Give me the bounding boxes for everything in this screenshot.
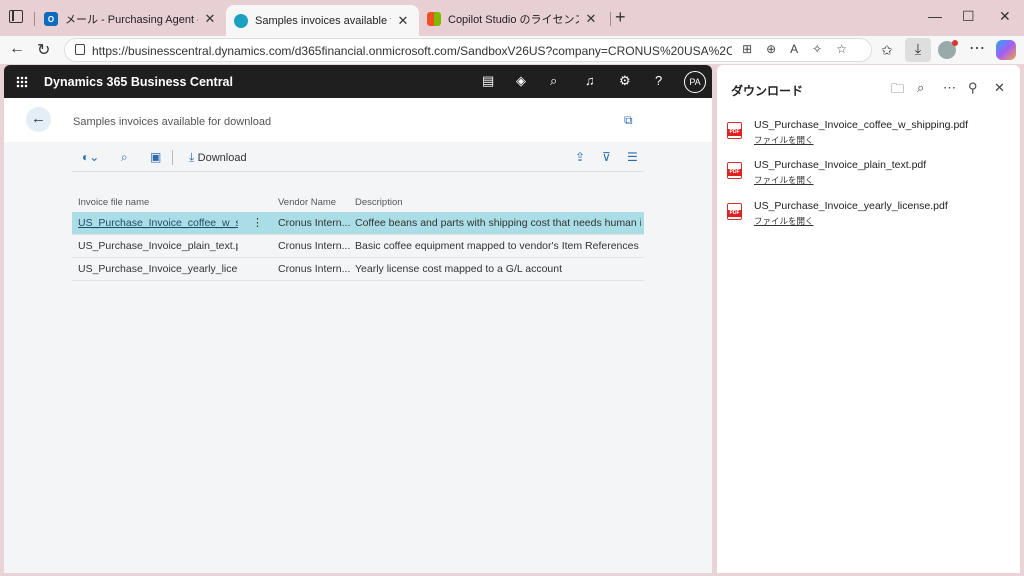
toolbar-divider [172,150,173,165]
copilot-icon[interactable] [996,40,1016,60]
download-file-name[interactable]: US_Purchase_Invoice_yearly_license.pdf [754,200,948,212]
action-bar: ◐⌄ ⌕ ▣ ⤓ Download ⇪ ⊽ ☰ [72,143,644,172]
open-file-link[interactable]: ファイルを開く [754,134,814,146]
outlook-icon: O [44,12,58,26]
invoice-file-link[interactable]: US_Purchase_Invoice_plain_text.pdf [78,240,238,252]
download-item[interactable]: PDF US_Purchase_Invoice_plain_text.pdf フ… [727,158,1017,194]
tab-title: Samples invoices available for download [255,14,391,27]
user-avatar[interactable]: PA [684,71,706,93]
download-item[interactable]: PDF US_Purchase_Invoice_coffee_w_shippin… [727,118,1017,154]
url-text[interactable]: https://businesscentral.dynamics.com/d36… [92,44,732,58]
tab-actions-icon[interactable] [9,10,23,23]
address-bar-icons[interactable]: ⊞⊕A✧☆ [742,42,861,56]
back-arrow-icon[interactable]: ← [9,40,25,58]
invoice-grid: Invoice file name Vendor Name Descriptio… [72,192,644,281]
document-icon[interactable]: ▤ [482,73,494,89]
list-view-icon[interactable]: ☰ [627,150,638,164]
maximize-button[interactable]: ☐ [962,8,975,25]
description: Basic coffee equipment mapped to vendor'… [355,240,639,252]
help-icon[interactable]: ? [655,73,662,88]
layout-icon[interactable]: ▣ [150,150,161,164]
search-icon[interactable]: ⌕ [550,73,557,89]
vendor-name: Cronus Intern... [278,263,350,275]
description: Coffee beans and parts with shipping cos… [355,217,641,229]
tab-outlook[interactable]: O メール - Purchasing Agent - Outlook ✕ [36,4,226,34]
row-menu-icon[interactable]: ⋮ [252,216,263,229]
download-file-name[interactable]: US_Purchase_Invoice_coffee_w_shipping.pd… [754,119,968,131]
download-item[interactable]: PDF US_Purchase_Invoice_yearly_license.p… [727,199,1017,235]
favorites-icon[interactable]: ✩ [881,42,893,59]
tab-strip: O メール - Purchasing Agent - Outlook ✕ Sam… [0,0,1024,36]
tab-divider [610,12,611,26]
folder-icon[interactable]: 🗀 [891,80,904,102]
gear-icon[interactable]: ⚙ [619,73,631,89]
grid-header: Invoice file name Vendor Name Descriptio… [72,192,644,212]
app-launcher-icon[interactable] [16,76,28,88]
address-bar[interactable]: https://businesscentral.dynamics.com/d36… [64,38,872,62]
bc-icon [234,13,248,28]
address-bar-row: ← ↻ https://businesscentral.dynamics.com… [0,36,1024,64]
open-file-link[interactable]: ファイルを開く [754,215,814,227]
profile-avatar[interactable] [938,40,958,59]
close-tab-icon[interactable]: ✕ [395,13,411,29]
pin-icon[interactable]: ⚲ [968,80,978,96]
back-button[interactable]: ← [26,107,51,132]
close-tab-icon[interactable]: ✕ [583,11,599,27]
vendor-name: Cronus Intern... [278,240,350,252]
downloads-panel: ダウンロード 🗀 ⌕ ⋯ ⚲ ✕ PDF US_Purchase_Invoice… [717,65,1020,573]
filter-icon[interactable]: ⊽ [602,150,611,164]
open-file-link[interactable]: ファイルを開く [754,174,814,186]
table-row[interactable]: US_Purchase_Invoice_coffee_w_sh... ⋮ Cro… [72,212,644,235]
copilot-actions-icon[interactable]: ◐⌄ [82,150,99,164]
column-header-description[interactable]: Description [355,197,641,208]
search-icon[interactable]: ⌕ [121,150,128,165]
business-central-app: Dynamics 365 Business Central ▤ ◈ ⌕ ♫ ⚙ … [4,65,712,573]
tab-copilot-studio[interactable]: Copilot Studio のライセンス - Microsoft ✕ [419,4,607,34]
tab-title: メール - Purchasing Agent - Outlook [65,14,198,26]
tab-title: Copilot Studio のライセンス - Microsoft [448,14,579,26]
description: Yearly license cost mapped to a G/L acco… [355,263,563,275]
invoice-file-link[interactable]: US_Purchase_Invoice_yearly_licen... [78,263,238,275]
downloads-title: ダウンロード [731,84,804,98]
download-file-name[interactable]: US_Purchase_Invoice_plain_text.pdf [754,159,926,171]
table-row[interactable]: US_Purchase_Invoice_plain_text.pdf Cronu… [72,235,644,258]
copilot-header-icon[interactable]: ◈ [516,73,526,89]
download-label: Download [197,152,247,164]
downloads-icon[interactable]: ⤓ [905,38,931,62]
column-header-file[interactable]: Invoice file name [78,197,238,208]
page-header: ← Samples invoices available for downloa… [4,98,712,142]
open-new-window-icon[interactable]: ⧉ [624,113,633,128]
bell-icon[interactable]: ♫ [585,73,595,88]
pdf-file-icon: PDF [727,162,742,179]
close-tab-icon[interactable]: ✕ [202,11,218,27]
invoice-file-link[interactable]: US_Purchase_Invoice_coffee_w_sh... [78,217,238,229]
search-icon[interactable]: ⌕ [917,80,924,96]
tab-divider [34,12,35,26]
pdf-file-icon: PDF [727,203,742,220]
app-header: Dynamics 365 Business Central ▤ ◈ ⌕ ♫ ⚙ … [4,65,712,98]
new-tab-button[interactable]: + [615,7,626,28]
download-button[interactable]: ⤓ Download [189,150,247,165]
tab-bc[interactable]: Samples invoices available for download … [226,5,419,36]
microsoft-icon [427,12,441,26]
close-window-button[interactable]: ✕ [999,8,1011,25]
table-row[interactable]: US_Purchase_Invoice_yearly_licen... Cron… [72,258,644,281]
more-options-icon[interactable]: ⋯ [969,38,985,58]
lock-icon [75,44,85,55]
column-header-vendor[interactable]: Vendor Name [278,197,350,208]
refresh-icon[interactable]: ↻ [37,40,50,60]
share-icon[interactable]: ⇪ [575,150,585,164]
vendor-name: Cronus Intern... [278,217,350,229]
pdf-file-icon: PDF [727,122,742,139]
page-title: Samples invoices available for download [73,116,272,128]
app-title: Dynamics 365 Business Central [44,75,233,89]
close-icon[interactable]: ✕ [994,80,1005,96]
more-options-icon[interactable]: ⋯ [943,80,956,96]
minimize-button[interactable]: — [928,8,942,24]
